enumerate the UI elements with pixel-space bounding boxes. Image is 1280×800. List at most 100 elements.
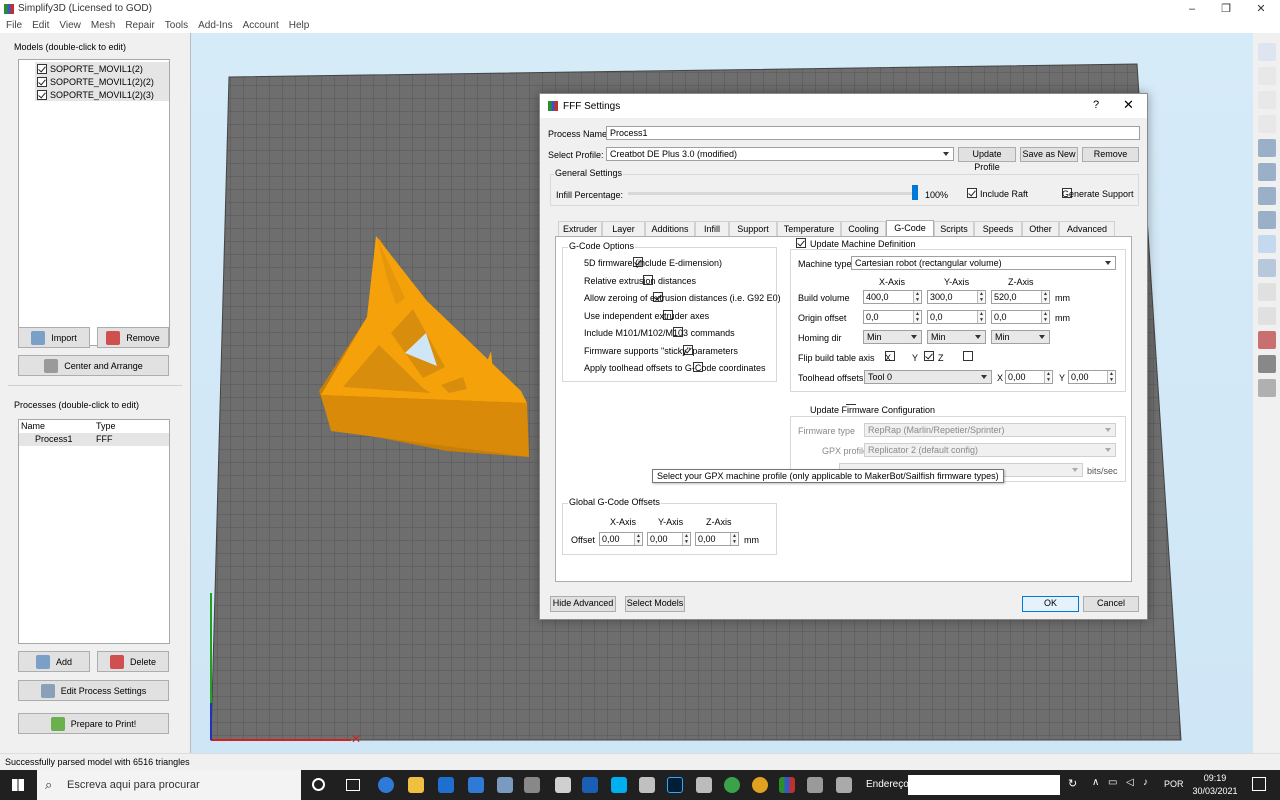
tab-additions[interactable]: Additions	[645, 221, 695, 236]
menu-account[interactable]: Account	[243, 18, 279, 33]
app-icon-3[interactable]	[555, 777, 571, 793]
view-iso-icon[interactable]	[1257, 139, 1276, 157]
app-icon-5[interactable]	[696, 777, 712, 793]
refresh-icon[interactable]: ↻	[1068, 777, 1077, 790]
utorrent-icon[interactable]	[724, 777, 740, 793]
menu-add-ins[interactable]: Add-Ins	[198, 18, 232, 33]
menu-file[interactable]: File	[6, 18, 22, 33]
axis-toggle-icon[interactable]	[1257, 307, 1276, 325]
col-type[interactable]: Type	[96, 420, 116, 433]
build-volume-icon[interactable]	[1257, 259, 1276, 277]
update-machine-checkbox[interactable]	[796, 238, 806, 248]
view-front-icon[interactable]	[1257, 163, 1276, 181]
col-name[interactable]: Name	[21, 420, 96, 433]
flip-z-checkbox[interactable]	[962, 351, 973, 361]
layers-icon[interactable]	[1257, 379, 1276, 397]
volume-icon[interactable]: ◁	[1126, 777, 1134, 788]
homing-z-select[interactable]: Min	[991, 330, 1050, 344]
windows-start-icon[interactable]	[12, 779, 24, 791]
language-indicator[interactable]: POR	[1164, 779, 1184, 789]
app-icon-7[interactable]	[836, 777, 852, 793]
app-icon-1[interactable]	[497, 777, 513, 793]
edge-icon[interactable]	[378, 777, 394, 793]
save-as-new-button[interactable]: Save as New	[1020, 147, 1078, 162]
models-list[interactable]: SOPORTE_MOVIL1(2) SOPORTE_MOVIL1(2)(2) S…	[18, 59, 170, 346]
menu-help[interactable]: Help	[289, 18, 310, 33]
build-volume-z-input[interactable]: 520,0	[991, 290, 1050, 304]
toolhead-x-input[interactable]: 0,00	[1005, 370, 1053, 384]
notification-icon[interactable]	[1252, 777, 1266, 791]
cancel-button[interactable]: Cancel	[1083, 596, 1139, 612]
speaker-icon[interactable]: ♪	[1143, 777, 1148, 788]
explorer-icon[interactable]	[408, 777, 424, 793]
hide-advanced-button[interactable]: Hide Advanced	[550, 596, 616, 612]
firmware-type-select[interactable]: RepRap (Marlin/Repetier/Sprinter)	[864, 423, 1116, 437]
model-item[interactable]: SOPORTE_MOVIL1(2)(3)	[35, 88, 169, 101]
app-icon-2[interactable]	[524, 777, 540, 793]
tab-cooling[interactable]: Cooling	[841, 221, 886, 236]
clock-time[interactable]: 09:19	[1200, 773, 1230, 783]
view-side-icon[interactable]	[1257, 211, 1276, 229]
store-icon[interactable]	[438, 777, 454, 793]
tab-other[interactable]: Other	[1022, 221, 1059, 236]
tab-infill[interactable]: Infill	[695, 221, 729, 236]
build-volume-y-input[interactable]: 300,0	[927, 290, 986, 304]
model-item[interactable]: SOPORTE_MOVIL1(2)(2)	[35, 75, 169, 88]
tab-advanced[interactable]: Advanced	[1059, 221, 1115, 236]
origin-z-input[interactable]: 0,0	[991, 310, 1050, 324]
infill-slider-thumb[interactable]	[912, 185, 918, 200]
toolhead-select[interactable]: Tool 0	[864, 370, 992, 384]
ok-button[interactable]: OK	[1022, 596, 1079, 612]
infill-slider-track[interactable]	[628, 192, 916, 195]
delete-process-button[interactable]: Delete	[97, 651, 169, 672]
tab-gcode[interactable]: G-Code	[886, 220, 934, 236]
homing-x-select[interactable]: Min	[863, 330, 922, 344]
flip-y-checkbox[interactable]	[924, 351, 935, 361]
update-profile-button[interactable]: Update Profile	[958, 147, 1016, 172]
origin-x-input[interactable]: 0,0	[863, 310, 922, 324]
dialog-close-icon[interactable]: ✕	[1123, 97, 1134, 113]
tab-speeds[interactable]: Speeds	[974, 221, 1022, 236]
section-icon[interactable]	[1257, 331, 1276, 349]
tab-scripts[interactable]: Scripts	[934, 221, 974, 236]
prepare-to-print-button[interactable]: Prepare to Print!	[18, 713, 169, 734]
offset-x-input[interactable]: 0,00	[599, 532, 643, 546]
skype-icon[interactable]	[611, 777, 627, 793]
origin-y-input[interactable]: 0,0	[927, 310, 986, 324]
select-models-button[interactable]: Select Models	[625, 596, 685, 612]
menu-tools[interactable]: Tools	[165, 18, 188, 33]
minimize-icon[interactable]: –	[1177, 0, 1207, 18]
process-row[interactable]: Process1 FFF	[19, 433, 169, 446]
tab-layer[interactable]: Layer	[602, 221, 645, 236]
select-icon[interactable]	[1257, 43, 1276, 61]
offset-y-input[interactable]: 0,00	[647, 532, 691, 546]
axes-icon[interactable]	[1257, 235, 1276, 253]
offset-z-input[interactable]: 0,00	[695, 532, 739, 546]
center-arrange-button[interactable]: Center and Arrange	[18, 355, 169, 376]
app-icon-6[interactable]	[807, 777, 823, 793]
gpx-profile-select[interactable]: Replicator 2 (default config)	[864, 443, 1116, 457]
help-icon[interactable]: ?	[1093, 99, 1099, 111]
toolhead-y-input[interactable]: 0,00	[1068, 370, 1116, 384]
tab-temperature[interactable]: Temperature	[777, 221, 841, 236]
mail-icon[interactable]	[468, 777, 484, 793]
remove-model-button[interactable]: Remove	[97, 327, 169, 348]
task-view-icon[interactable]	[346, 779, 360, 791]
machine-type-select[interactable]: Cartesian robot (rectangular volume)	[851, 256, 1116, 270]
processes-list[interactable]: Name Type Process1 FFF	[18, 419, 170, 644]
rotate-icon[interactable]	[1257, 115, 1276, 133]
app-icon-4[interactable]	[639, 777, 655, 793]
word-icon[interactable]	[582, 777, 598, 793]
menu-repair[interactable]: Repair	[125, 18, 154, 33]
zoom-icon[interactable]	[1257, 91, 1276, 109]
model-checkbox[interactable]	[37, 63, 47, 74]
network-icon[interactable]: ▭	[1108, 777, 1117, 788]
model-checkbox[interactable]	[37, 89, 47, 100]
tray-chevron-icon[interactable]: ∧	[1092, 777, 1099, 788]
cortana-icon[interactable]	[312, 778, 325, 791]
move-icon[interactable]	[1257, 67, 1276, 85]
build-volume-x-input[interactable]: 400,0	[863, 290, 922, 304]
restore-icon[interactable]: ❐	[1211, 0, 1241, 18]
add-process-button[interactable]: Add	[18, 651, 90, 672]
edit-process-settings-button[interactable]: Edit Process Settings	[18, 680, 169, 701]
